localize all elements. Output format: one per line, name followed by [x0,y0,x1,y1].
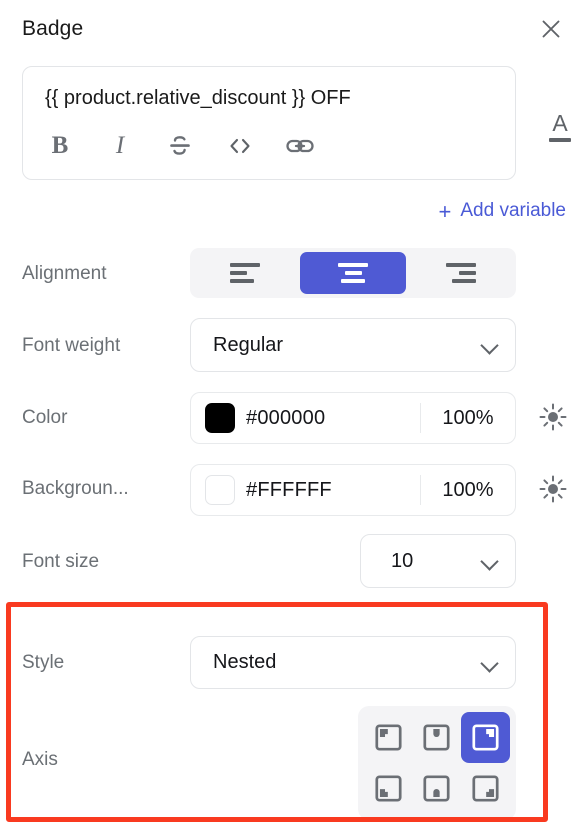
corner-bottom-right-icon [472,775,499,802]
color-opacity-value[interactable]: 100% [421,407,515,430]
link-icon[interactable] [283,129,317,163]
background-field[interactable]: #FFFFFF 100% [190,464,516,516]
strikethrough-icon[interactable] [163,129,197,163]
bold-icon[interactable]: B [43,129,77,163]
align-left-button[interactable] [194,252,300,294]
add-variable-button[interactable]: + Add variable [439,200,566,222]
alignment-label: Alignment [22,263,107,284]
text-color-icon[interactable]: A [543,108,577,146]
badge-settings-panel: Badge {{ product.relative_discount }} OF… [0,0,588,838]
corner-top-right-icon [472,724,499,751]
font-weight-value: Regular [213,333,284,356]
notch-top-center-icon [423,724,451,751]
background-opacity-value[interactable]: 100% [421,479,515,502]
chevron-down-icon [481,337,497,353]
align-center-button[interactable] [300,252,406,294]
background-brightness-icon[interactable] [537,473,569,505]
font-weight-select[interactable]: Regular [190,318,516,372]
background-hex-value[interactable]: #FFFFFF [246,479,332,502]
notch-bottom-center-icon [423,775,451,802]
corner-bottom-left-icon [375,775,402,802]
align-right-button[interactable] [406,252,512,294]
background-label: Backgroun... [22,478,129,499]
chevron-down-icon [481,553,497,569]
axis-option-top-right[interactable] [461,712,510,763]
axis-option-top-left[interactable] [364,712,413,763]
color-swatch[interactable] [205,403,235,433]
code-icon[interactable] [223,129,257,163]
background-swatch[interactable] [205,475,235,505]
panel-header: Badge [0,0,588,58]
alignment-segmented-control [190,248,516,298]
color-field[interactable]: #000000 100% [190,392,516,444]
italic-icon[interactable]: I [103,129,137,163]
style-value: Nested [213,651,277,673]
color-brightness-icon[interactable] [537,401,569,433]
text-color-underline [549,138,571,142]
corner-top-left-icon [375,724,402,751]
font-size-label: Font size [22,551,100,572]
axis-option-bottom-right[interactable] [461,763,510,814]
color-hex-value[interactable]: #000000 [246,407,325,430]
axis-option-top-center[interactable] [413,712,462,763]
align-left-icon [230,262,264,284]
color-label: Color [22,407,68,428]
badge-text-editor[interactable]: {{ product.relative_discount }} OFF B I [22,66,516,180]
axis-option-bottom-left[interactable] [364,763,413,814]
style-select[interactable]: Nested [190,636,516,689]
close-icon[interactable] [536,14,566,44]
chevron-down-icon [481,655,497,671]
axis-label: Axis [22,749,58,770]
axis-option-bottom-center[interactable] [413,763,462,814]
font-size-select[interactable]: 10 [360,534,516,588]
font-size-value: 10 [391,549,414,572]
font-weight-label: Font weight [22,335,121,356]
page-title: Badge [22,17,84,40]
badge-text-value[interactable]: {{ product.relative_discount }} OFF [45,87,351,110]
style-label: Style [22,652,65,673]
text-color-glyph: A [552,110,568,136]
add-variable-label: Add variable [460,200,566,221]
plus-icon: + [438,198,452,224]
align-right-icon [442,262,476,284]
align-center-icon [336,262,370,284]
axis-selector [358,706,516,820]
format-toolbar: B I [43,129,317,163]
